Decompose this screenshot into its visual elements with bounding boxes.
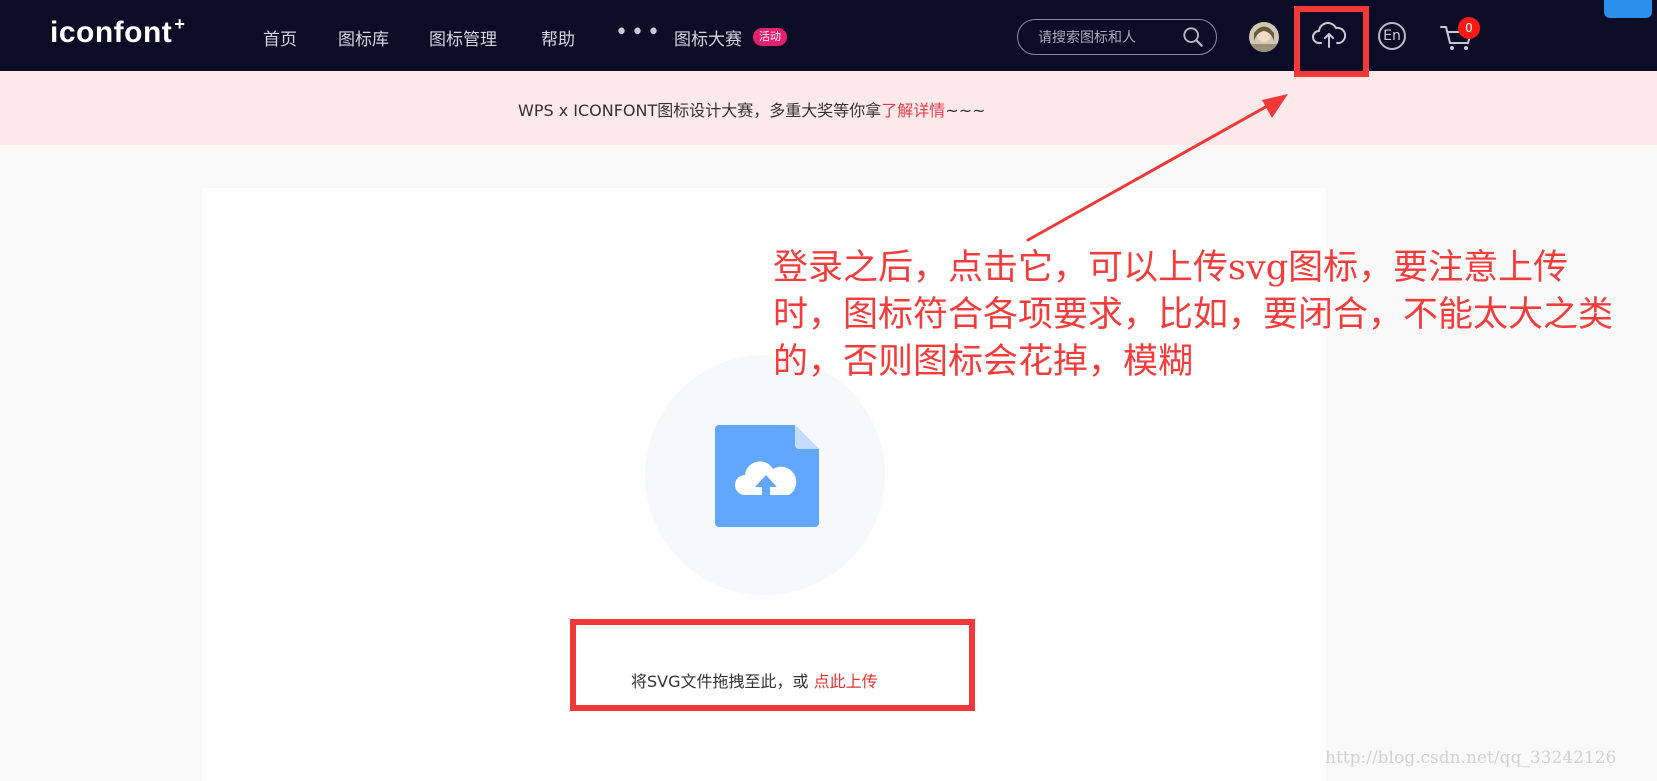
search-icon[interactable]: [1182, 26, 1204, 48]
nav-item-icon-library[interactable]: 图标库: [338, 25, 389, 50]
corner-app-icon: [1604, 0, 1652, 18]
blog-watermark: http://blog.csdn.net/qq_33242126: [1325, 748, 1617, 768]
highlight-box-upload-hint: [570, 619, 975, 711]
announcement-message: WPS x ICONFONT图标设计大赛，多重大奖等你拿: [518, 101, 882, 120]
nav-item-home[interactable]: 首页: [263, 25, 297, 50]
announcement-text: WPS x ICONFONT图标设计大赛，多重大奖等你拿了解详情~~~: [518, 97, 986, 121]
top-navbar: iconfont+ 首页 图标库 图标管理 帮助 ••• 图标大赛 活动 En …: [0, 0, 1657, 71]
logo-plus: +: [174, 14, 186, 34]
language-toggle-button[interactable]: En: [1378, 22, 1406, 50]
learn-more-link[interactable]: 了解详情: [881, 101, 945, 120]
language-label: En: [1383, 28, 1401, 44]
search-box: [1017, 19, 1217, 55]
avatar-image: [1249, 22, 1279, 52]
nav-item-help[interactable]: 帮助: [541, 25, 575, 50]
announcement-suffix: ~~~: [945, 101, 986, 120]
logo-text: iconfont: [50, 16, 173, 49]
more-menu-button[interactable]: •••: [615, 20, 663, 45]
search-input[interactable]: [1036, 26, 1180, 50]
cart-count-badge: 0: [1458, 17, 1480, 39]
svg-file-upload-icon: [715, 425, 819, 527]
nav-item-icon-management[interactable]: 图标管理: [429, 25, 497, 50]
announcement-bar: WPS x ICONFONT图标设计大赛，多重大奖等你拿了解详情~~~: [0, 71, 1657, 145]
activity-badge: 活动: [753, 28, 787, 46]
annotation-note: 登录之后，点击它，可以上传svg图标，要注意上传时，图标符合各项要求，比如，要闭…: [773, 248, 1614, 382]
nav-item-icon-contest[interactable]: 图标大赛: [674, 25, 742, 50]
highlight-box-upload-icon: [1294, 6, 1369, 77]
user-avatar[interactable]: [1249, 22, 1279, 52]
iconfont-logo[interactable]: iconfont +: [50, 14, 186, 50]
